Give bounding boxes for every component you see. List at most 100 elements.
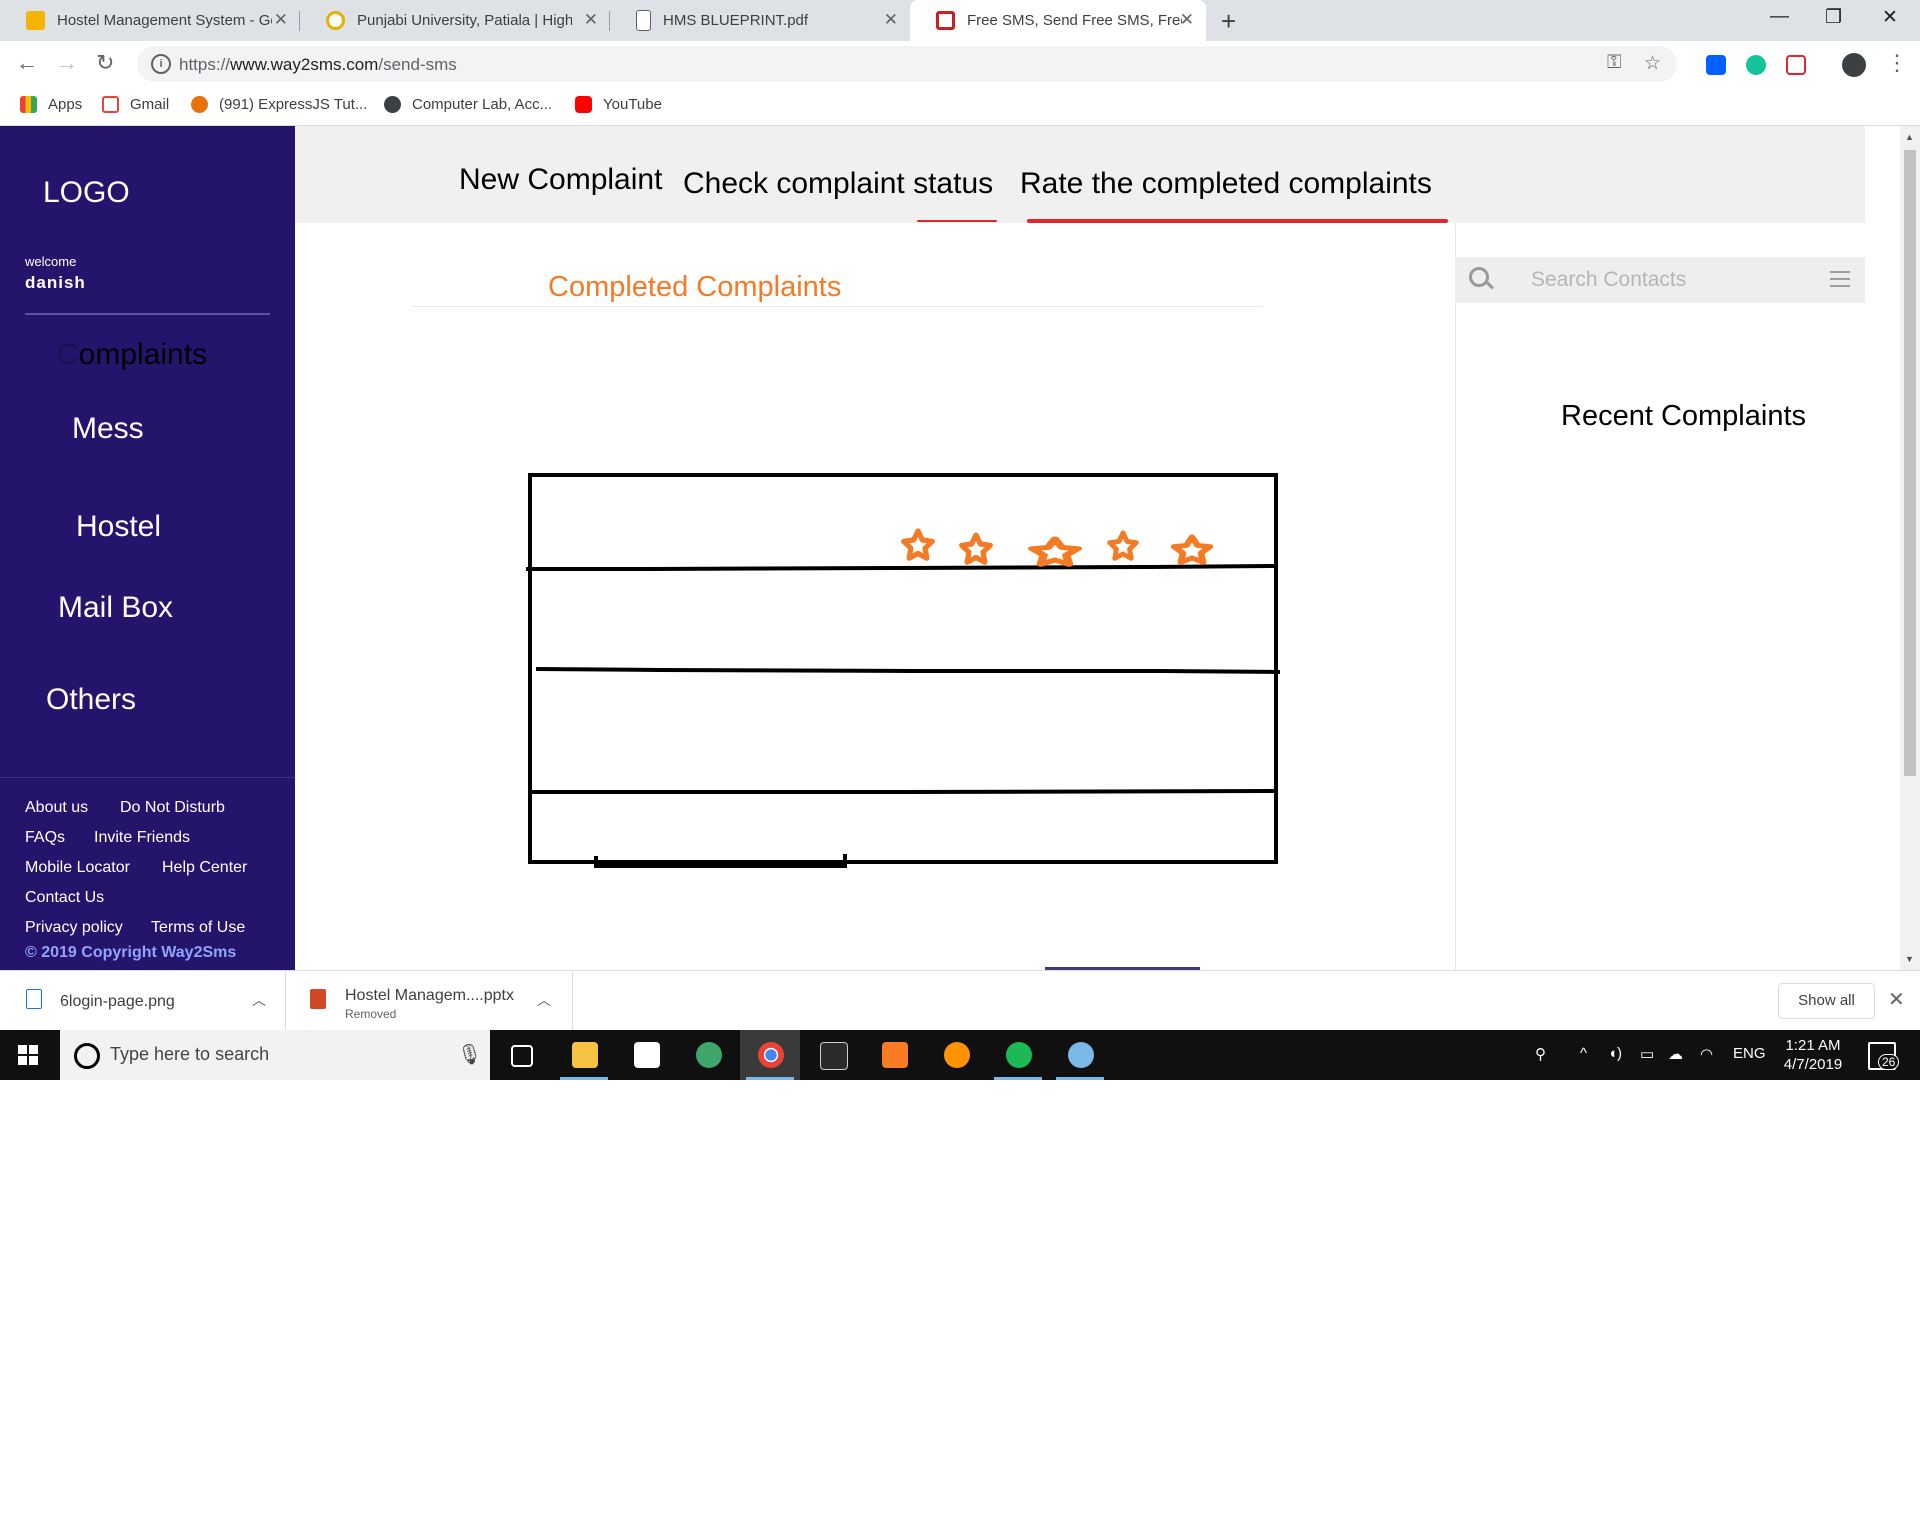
star-icon-3[interactable] bbox=[1027, 536, 1083, 567]
close-icon[interactable]: ✕ bbox=[1888, 987, 1905, 1012]
cortana-icon[interactable] bbox=[74, 1043, 100, 1069]
rating-stars[interactable] bbox=[901, 528, 1214, 567]
battery-icon[interactable]: ▭ bbox=[1640, 1045, 1654, 1063]
close-tab-icon[interactable]: ✕ bbox=[584, 10, 598, 30]
bookmark-computer-lab[interactable]: Computer Lab, Acc... bbox=[384, 96, 552, 113]
username: danish bbox=[25, 273, 86, 292]
close-window-icon[interactable]: ✕ bbox=[1882, 6, 1898, 29]
star-icon-4[interactable] bbox=[1107, 530, 1139, 561]
tab-new-complaint[interactable]: New Complaint bbox=[459, 163, 662, 197]
restore-icon[interactable]: ❐ bbox=[1825, 6, 1842, 29]
star-icon-1[interactable] bbox=[901, 528, 935, 561]
store-icon[interactable] bbox=[616, 1030, 676, 1080]
scroll-down-icon[interactable]: ▼ bbox=[1905, 954, 1914, 964]
taskbar-search-input[interactable]: Type here to search bbox=[110, 1044, 269, 1065]
microphone-icon[interactable]: 🎙 bbox=[457, 1042, 482, 1067]
info-icon[interactable]: i bbox=[151, 54, 171, 74]
file-explorer-icon[interactable] bbox=[554, 1030, 614, 1080]
show-all-button[interactable]: Show all bbox=[1778, 983, 1875, 1019]
bookmark-star-icon[interactable]: ☆ bbox=[1644, 52, 1661, 75]
back-icon[interactable]: ← bbox=[16, 50, 38, 76]
minimize-icon[interactable]: — bbox=[1770, 6, 1789, 28]
chevron-up-icon[interactable]: ︿ bbox=[252, 990, 266, 1010]
sidebar-item-mailbox[interactable]: Mail Box bbox=[58, 591, 173, 625]
image-file-icon bbox=[26, 989, 42, 1009]
footer-link-terms[interactable]: Terms of Use bbox=[151, 919, 245, 937]
people-icon[interactable]: ⚲ bbox=[1535, 1045, 1546, 1063]
footer-link-contact[interactable]: Contact Us bbox=[25, 889, 104, 907]
footer-link-faqs[interactable]: FAQs bbox=[25, 829, 65, 847]
profile-avatar[interactable] bbox=[1842, 53, 1866, 77]
clock[interactable]: 1:21 AM 4/7/2019 bbox=[1783, 1036, 1843, 1074]
browser-tab[interactable]: HMS BLUEPRINT.pdf ✕ bbox=[610, 0, 910, 41]
page-viewport: LOGO welcome danish Complaints Mess Host… bbox=[0, 126, 1920, 970]
key-icon[interactable]: ⚿ bbox=[1607, 52, 1621, 74]
close-tab-icon[interactable]: ✕ bbox=[884, 10, 898, 30]
apps-grid-icon bbox=[20, 96, 37, 113]
pocket-icon[interactable] bbox=[1786, 55, 1806, 75]
footer-link-help[interactable]: Help Center bbox=[162, 859, 247, 877]
sidebar-item-hostel[interactable]: Hostel bbox=[76, 510, 161, 544]
onedrive-icon[interactable]: ☁ bbox=[1668, 1045, 1683, 1063]
grammarly-icon[interactable] bbox=[1746, 55, 1766, 75]
scroll-thumb[interactable] bbox=[1904, 150, 1916, 776]
browser-tab-active[interactable]: Free SMS, Send Free SMS, Free S ✕ bbox=[910, 0, 1206, 41]
forward-icon[interactable]: → bbox=[56, 50, 78, 76]
xampp-icon[interactable] bbox=[864, 1030, 924, 1080]
wifi-icon[interactable]: ◠ bbox=[1700, 1045, 1713, 1063]
download-item[interactable]: 6login-page.png ︿ bbox=[0, 971, 286, 1031]
menu-icon[interactable] bbox=[1830, 271, 1850, 292]
tab-title: Free SMS, Send Free SMS, Free S bbox=[967, 12, 1182, 29]
right-panel bbox=[1455, 223, 1866, 970]
footer-link-dnd[interactable]: Do Not Disturb bbox=[120, 799, 225, 817]
address-bar[interactable]: i https://www.way2sms.com/send-sms ⚿ ☆ bbox=[137, 46, 1677, 82]
star-icon-2[interactable] bbox=[959, 532, 993, 565]
footer-link-mobile-locator[interactable]: Mobile Locator bbox=[25, 859, 130, 877]
browser-tab[interactable]: Punjabi University, Patiala | Highe ✕ bbox=[300, 0, 610, 41]
windows-start-icon[interactable] bbox=[18, 1045, 38, 1065]
logo[interactable]: LOGO bbox=[43, 176, 130, 210]
new-tab-icon[interactable]: + bbox=[1221, 6, 1236, 37]
taskbar-search[interactable]: Type here to search 🎙 bbox=[60, 1030, 490, 1080]
url-text[interactable]: https://www.way2sms.com/send-sms bbox=[179, 55, 457, 75]
browser-tab[interactable]: Hostel Management System - Go ✕ bbox=[0, 0, 300, 41]
chevron-up-icon[interactable]: ^ bbox=[1580, 1045, 1587, 1062]
volume-icon[interactable]: ◖) bbox=[1608, 1045, 1622, 1062]
reload-icon[interactable]: ↻ bbox=[96, 50, 114, 76]
slides-icon bbox=[26, 11, 45, 30]
spotify-icon[interactable] bbox=[988, 1030, 1048, 1080]
bookmark-gmail[interactable]: Gmail bbox=[102, 96, 169, 113]
chrome-menu-icon[interactable]: ⋮ bbox=[1886, 50, 1908, 76]
close-tab-icon[interactable]: ✕ bbox=[274, 10, 288, 30]
sidebar-item-others[interactable]: Others bbox=[46, 683, 136, 717]
download-item[interactable]: Hostel Managem....pptx Removed ︿ bbox=[285, 971, 573, 1031]
bookmark-apps[interactable]: Apps bbox=[20, 96, 82, 113]
dropbox-icon[interactable] bbox=[1706, 55, 1726, 75]
star-icon-5[interactable] bbox=[1170, 534, 1214, 565]
contacts-search-bar[interactable]: Search Contacts bbox=[1455, 257, 1865, 303]
download-name: Hostel Managem....pptx bbox=[345, 987, 514, 1004]
atom-icon[interactable] bbox=[678, 1030, 738, 1080]
search-icon[interactable] bbox=[1469, 267, 1489, 287]
tab-check-status[interactable]: Check complaint status bbox=[683, 167, 993, 201]
task-view-icon[interactable] bbox=[490, 1030, 550, 1080]
terminal-icon[interactable] bbox=[802, 1030, 862, 1080]
bookmark-expressjs[interactable]: (991) ExpressJS Tut... bbox=[191, 96, 367, 113]
tab-rate-completed[interactable]: Rate the completed complaints bbox=[1020, 167, 1432, 201]
page-scrollbar[interactable]: ▲ ▼ bbox=[1900, 126, 1920, 970]
paint-icon[interactable] bbox=[1050, 1030, 1110, 1080]
contacts-search-input[interactable]: Search Contacts bbox=[1531, 268, 1686, 292]
close-tab-icon[interactable]: ✕ bbox=[1180, 10, 1194, 30]
footer-link-about[interactable]: About us bbox=[25, 799, 88, 817]
tab-title: Punjabi University, Patiala | Highe bbox=[357, 12, 572, 29]
chevron-up-icon[interactable]: ︿ bbox=[537, 990, 551, 1010]
footer-link-invite[interactable]: Invite Friends bbox=[94, 829, 190, 847]
chrome-icon[interactable] bbox=[740, 1030, 800, 1080]
firefox-icon[interactable] bbox=[926, 1030, 986, 1080]
scroll-up-icon[interactable]: ▲ bbox=[1905, 132, 1914, 142]
sidebar-item-mess[interactable]: Mess bbox=[72, 412, 144, 446]
language-indicator[interactable]: ENG bbox=[1733, 1045, 1766, 1062]
footer-link-privacy[interactable]: Privacy policy bbox=[25, 919, 123, 937]
bookmark-youtube[interactable]: YouTube bbox=[575, 96, 662, 113]
sidebar-item-complaints[interactable]: Complaints bbox=[57, 338, 207, 372]
